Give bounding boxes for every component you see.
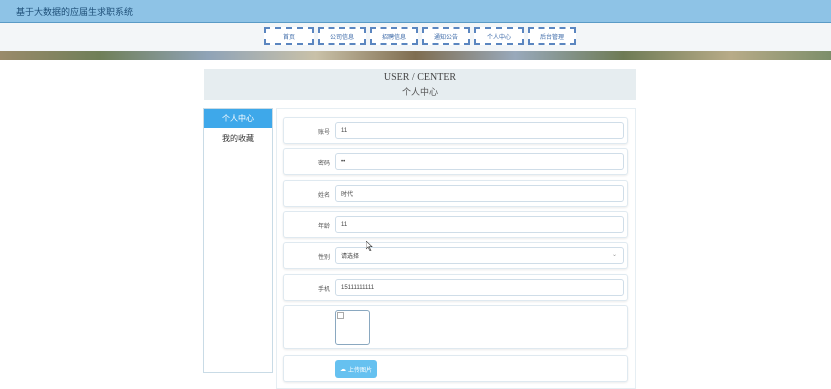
top-bar: 基于大数据的应届生求职系统 [0,0,831,23]
nav-company-info[interactable]: 公司信息 [318,27,366,45]
banner-image [0,51,831,60]
avatar-image-placeholder [335,310,370,345]
form-row-age: 年龄 11 [283,211,628,238]
cloud-upload-icon: ☁ [339,366,346,373]
name-label: 姓名 [317,193,330,199]
form-row-upload: ☁ 上传图片 [283,355,628,382]
mouse-cursor-icon [366,241,373,251]
nav-personal-center[interactable]: 个人中心 [474,27,524,45]
sidebar-item-favorites[interactable]: 我的收藏 [204,129,272,148]
password-input[interactable]: •• [335,153,624,170]
gender-select-value: 请选择 [341,254,360,260]
section-title-en: USER / CENTER [383,72,457,83]
nav-job-info[interactable]: 招聘信息 [370,27,418,45]
name-input[interactable]: 时代 [335,185,624,202]
gender-select[interactable]: 请选择 ⌄ [335,247,624,264]
form-row-name: 姓名 时代 [283,180,628,207]
age-label: 年龄 [317,224,330,230]
upload-button-label: 上传图片 [347,367,372,374]
phone-label: 手机 [317,287,330,293]
chevron-down-icon: ⌄ [611,252,617,258]
nav-admin[interactable]: 后台管理 [528,27,576,45]
app-title: 基于大数据的应届生求职系统 [16,7,134,17]
section-header: USER / CENTER 个人中心 [204,69,636,100]
nav-home[interactable]: 首页 [264,27,314,45]
sidebar: 个人中心 我的收藏 [203,108,273,373]
form-row-account: 账号 11 [283,117,628,144]
broken-image-icon [337,312,344,319]
sidebar-item-personal-center[interactable]: 个人中心 [204,109,272,128]
gender-label: 性别 [317,255,330,261]
upload-image-button[interactable]: ☁ 上传图片 [335,360,377,378]
section-title-cn: 个人中心 [401,87,438,97]
account-input[interactable]: 11 [335,122,624,139]
password-label: 密码 [317,161,330,167]
age-input[interactable]: 11 [335,216,624,233]
form-row-phone: 手机 15111111111 [283,274,628,301]
phone-input[interactable]: 15111111111 [335,279,624,296]
form-row-password: 密码 •• [283,148,628,175]
form-row-avatar [283,305,628,349]
form-row-gender: 性别 请选择 ⌄ [283,242,628,269]
account-label: 账号 [317,130,330,136]
nav-notices[interactable]: 通知公告 [422,27,470,45]
